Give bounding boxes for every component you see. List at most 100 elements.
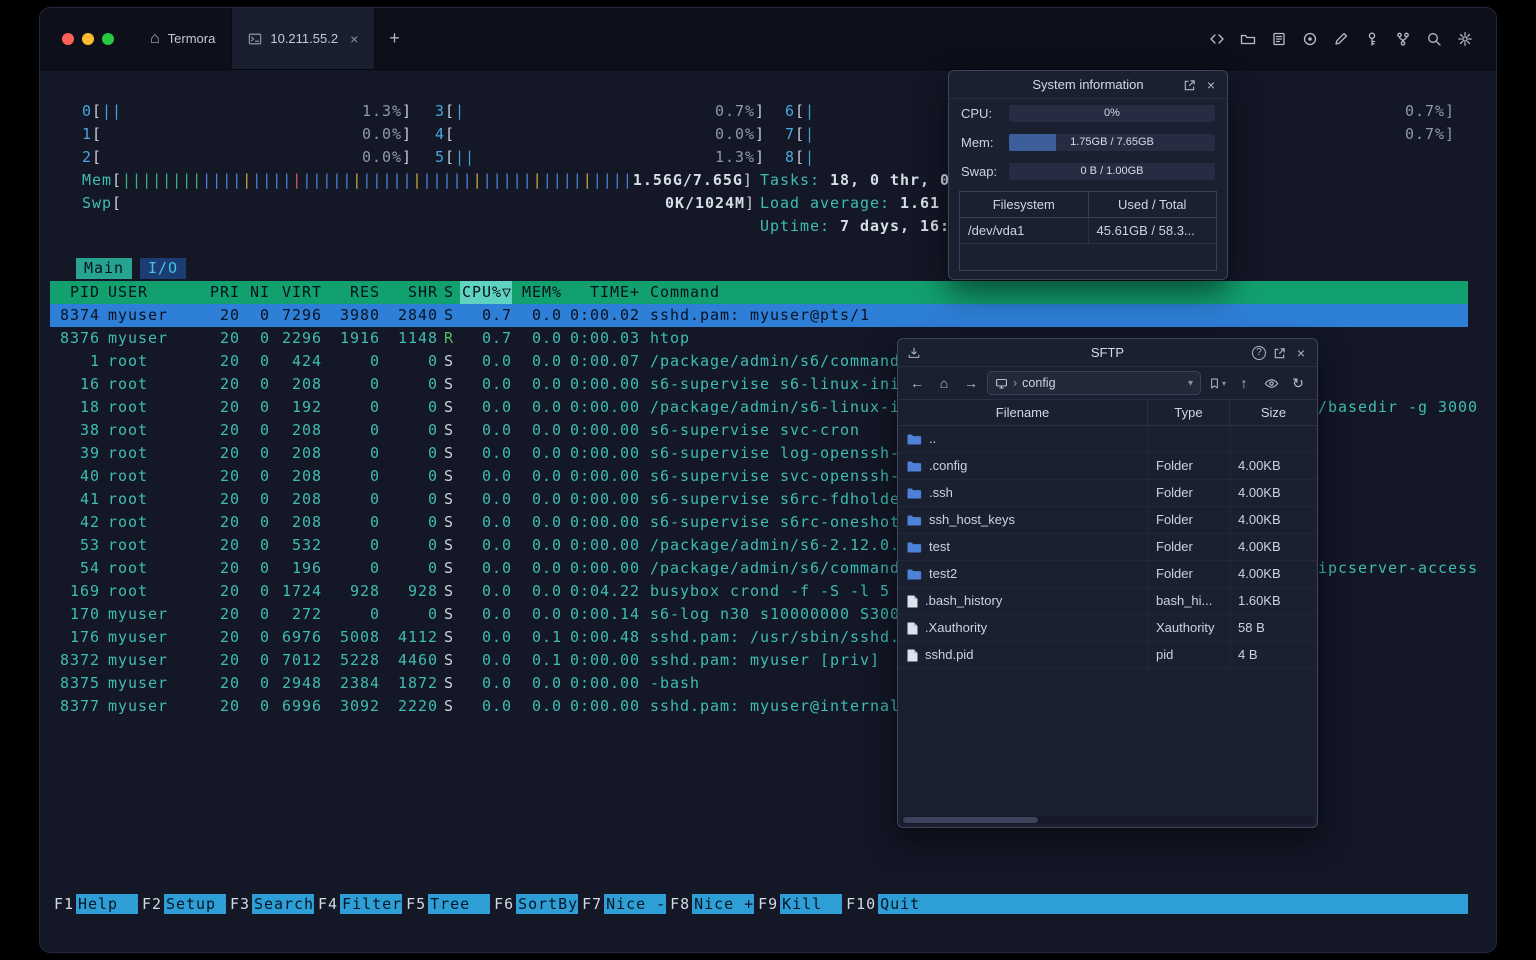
key-icon[interactable] bbox=[1363, 30, 1381, 48]
cell-virt: 208 bbox=[291, 513, 322, 531]
folder-icon[interactable] bbox=[1239, 30, 1257, 48]
help-icon[interactable]: ? bbox=[1252, 346, 1266, 360]
col-header-mem[interactable]: MEM% bbox=[512, 281, 562, 304]
toggle-hidden-files-button[interactable] bbox=[1260, 372, 1282, 394]
log-icon[interactable] bbox=[1270, 30, 1288, 48]
cell-user: myuser bbox=[108, 329, 169, 347]
zoom-window-button[interactable] bbox=[102, 32, 114, 45]
col-type[interactable]: Type bbox=[1148, 400, 1230, 425]
fnlabel-F3[interactable]: Search bbox=[252, 894, 315, 914]
close-tab-icon[interactable]: × bbox=[350, 31, 358, 47]
forward-button[interactable]: → bbox=[960, 372, 982, 394]
fnkey-F7[interactable]: F7 bbox=[578, 894, 604, 914]
col-header-s[interactable]: S bbox=[438, 281, 460, 304]
col-header-user[interactable]: USER bbox=[108, 281, 200, 304]
download-icon[interactable] bbox=[904, 339, 924, 367]
file-name-cell[interactable]: .. bbox=[898, 426, 1148, 452]
fnlabel-F4[interactable]: Filter bbox=[340, 894, 403, 914]
file-name-cell[interactable]: .config bbox=[898, 453, 1148, 479]
cell-pid: 1 bbox=[89, 352, 100, 370]
close-icon[interactable]: × bbox=[1291, 339, 1311, 367]
file-name-cell[interactable]: test bbox=[898, 534, 1148, 560]
file-name-cell[interactable]: ssh_host_keys bbox=[898, 507, 1148, 533]
file-name-cell[interactable]: .bash_history bbox=[898, 588, 1148, 614]
tab-termora-home[interactable]: ⌂ Termora bbox=[134, 8, 231, 69]
file-row[interactable]: .config Folder 4.00KB bbox=[898, 453, 1317, 480]
open-in-window-icon[interactable] bbox=[1269, 339, 1289, 367]
bookmark-button[interactable]: ▾ bbox=[1206, 372, 1228, 394]
file-row[interactable]: .ssh Folder 4.00KB bbox=[898, 480, 1317, 507]
breadcrumb-current[interactable]: config bbox=[1022, 376, 1055, 390]
chevron-down-icon[interactable]: ▾ bbox=[1188, 378, 1193, 389]
fnkey-F5[interactable]: F5 bbox=[402, 894, 428, 914]
fnlabel-F5[interactable]: Tree bbox=[428, 894, 491, 914]
scrollbar-thumb[interactable] bbox=[903, 817, 1038, 823]
cell-ni: 0 bbox=[259, 375, 270, 393]
cell-res: 5228 bbox=[339, 651, 380, 669]
col-header-virt[interactable]: VIRT bbox=[270, 281, 322, 304]
cell-pri: 20 bbox=[219, 352, 240, 370]
close-window-button[interactable] bbox=[62, 32, 74, 45]
home-button[interactable]: ⌂ bbox=[933, 372, 955, 394]
fnkey-F6[interactable]: F6 bbox=[490, 894, 516, 914]
settings-icon[interactable] bbox=[1456, 30, 1474, 48]
cell-s: S bbox=[443, 674, 454, 692]
htop-tab-io[interactable]: I/O bbox=[140, 258, 187, 279]
file-name-cell[interactable]: .Xauthority bbox=[898, 615, 1148, 641]
fnlabel-F2[interactable]: Setup bbox=[164, 894, 227, 914]
col-header-pid[interactable]: PID bbox=[50, 281, 100, 304]
file-row[interactable]: .. bbox=[898, 426, 1317, 453]
fnlabel-F1[interactable]: Help bbox=[76, 894, 139, 914]
parent-directory-button[interactable]: ↑ bbox=[1233, 372, 1255, 394]
horizontal-scrollbar[interactable] bbox=[901, 816, 1314, 824]
cell-cpu: 0.0 bbox=[481, 467, 512, 485]
minimize-window-button[interactable] bbox=[82, 32, 94, 45]
fnkey-F3[interactable]: F3 bbox=[226, 894, 252, 914]
col-filename[interactable]: Filename bbox=[898, 400, 1148, 425]
fnkey-F9[interactable]: F9 bbox=[754, 894, 780, 914]
col-header-pri[interactable]: PRI bbox=[200, 281, 240, 304]
fnlabel-F10[interactable]: Quit bbox=[878, 894, 941, 914]
record-icon[interactable] bbox=[1301, 30, 1319, 48]
htop-tab-main[interactable]: Main bbox=[76, 258, 133, 279]
file-row[interactable]: .Xauthority Xauthority 58 B bbox=[898, 615, 1317, 642]
fnlabel-F6[interactable]: SortBy bbox=[516, 894, 579, 914]
close-icon[interactable]: × bbox=[1201, 71, 1221, 99]
fnlabel-F8[interactable]: Nice + bbox=[692, 894, 755, 914]
edit-icon[interactable] bbox=[1332, 30, 1350, 48]
refresh-button[interactable]: ↻ bbox=[1287, 372, 1309, 394]
col-header-shr[interactable]: SHR bbox=[380, 281, 438, 304]
fnkey-F8[interactable]: F8 bbox=[666, 894, 692, 914]
file-row[interactable]: test2 Folder 4.00KB bbox=[898, 561, 1317, 588]
file-name-cell[interactable]: test2 bbox=[898, 561, 1148, 587]
col-header-cpu[interactable]: CPU%▽ bbox=[460, 281, 512, 304]
fnkey-F1[interactable]: F1 bbox=[50, 894, 76, 914]
col-size[interactable]: Size bbox=[1230, 400, 1317, 425]
col-header-time[interactable]: TIME+ bbox=[562, 281, 640, 304]
tab-ssh-session[interactable]: 10.211.55.2 × bbox=[231, 8, 376, 69]
back-button[interactable]: ← bbox=[906, 372, 928, 394]
file-row[interactable]: test Folder 4.00KB bbox=[898, 534, 1317, 561]
file-row[interactable]: sshd.pid pid 4 B bbox=[898, 642, 1317, 669]
col-header-ni[interactable]: NI bbox=[240, 281, 270, 304]
file-name-cell[interactable]: sshd.pid bbox=[898, 642, 1148, 668]
new-tab-button[interactable]: + bbox=[375, 28, 414, 49]
col-header-res[interactable]: RES bbox=[322, 281, 380, 304]
branch-icon[interactable] bbox=[1394, 30, 1412, 48]
file-row[interactable]: ssh_host_keys Folder 4.00KB bbox=[898, 507, 1317, 534]
code-icon[interactable] bbox=[1208, 30, 1226, 48]
fnlabel-F9[interactable]: Kill bbox=[780, 894, 843, 914]
process-row[interactable]: 8374 myuser 20 0 7296 3980 2840 S 0.7 0.0 0:00.02 s… bbox=[50, 304, 1468, 327]
open-in-window-icon[interactable] bbox=[1179, 71, 1199, 99]
col-header-cmd[interactable]: Command bbox=[650, 281, 1468, 304]
cell-virt: 1724 bbox=[281, 582, 322, 600]
fnkey-F4[interactable]: F4 bbox=[314, 894, 340, 914]
breadcrumb-separator: › bbox=[1013, 376, 1018, 390]
fnlabel-F7[interactable]: Nice - bbox=[604, 894, 667, 914]
file-name-cell[interactable]: .ssh bbox=[898, 480, 1148, 506]
search-icon[interactable] bbox=[1425, 30, 1443, 48]
path-breadcrumb[interactable]: › config ▾ bbox=[987, 371, 1201, 395]
file-row[interactable]: .bash_history bash_hi... 1.60KB bbox=[898, 588, 1317, 615]
fnkey-F10[interactable]: F10 bbox=[842, 894, 878, 914]
fnkey-F2[interactable]: F2 bbox=[138, 894, 164, 914]
